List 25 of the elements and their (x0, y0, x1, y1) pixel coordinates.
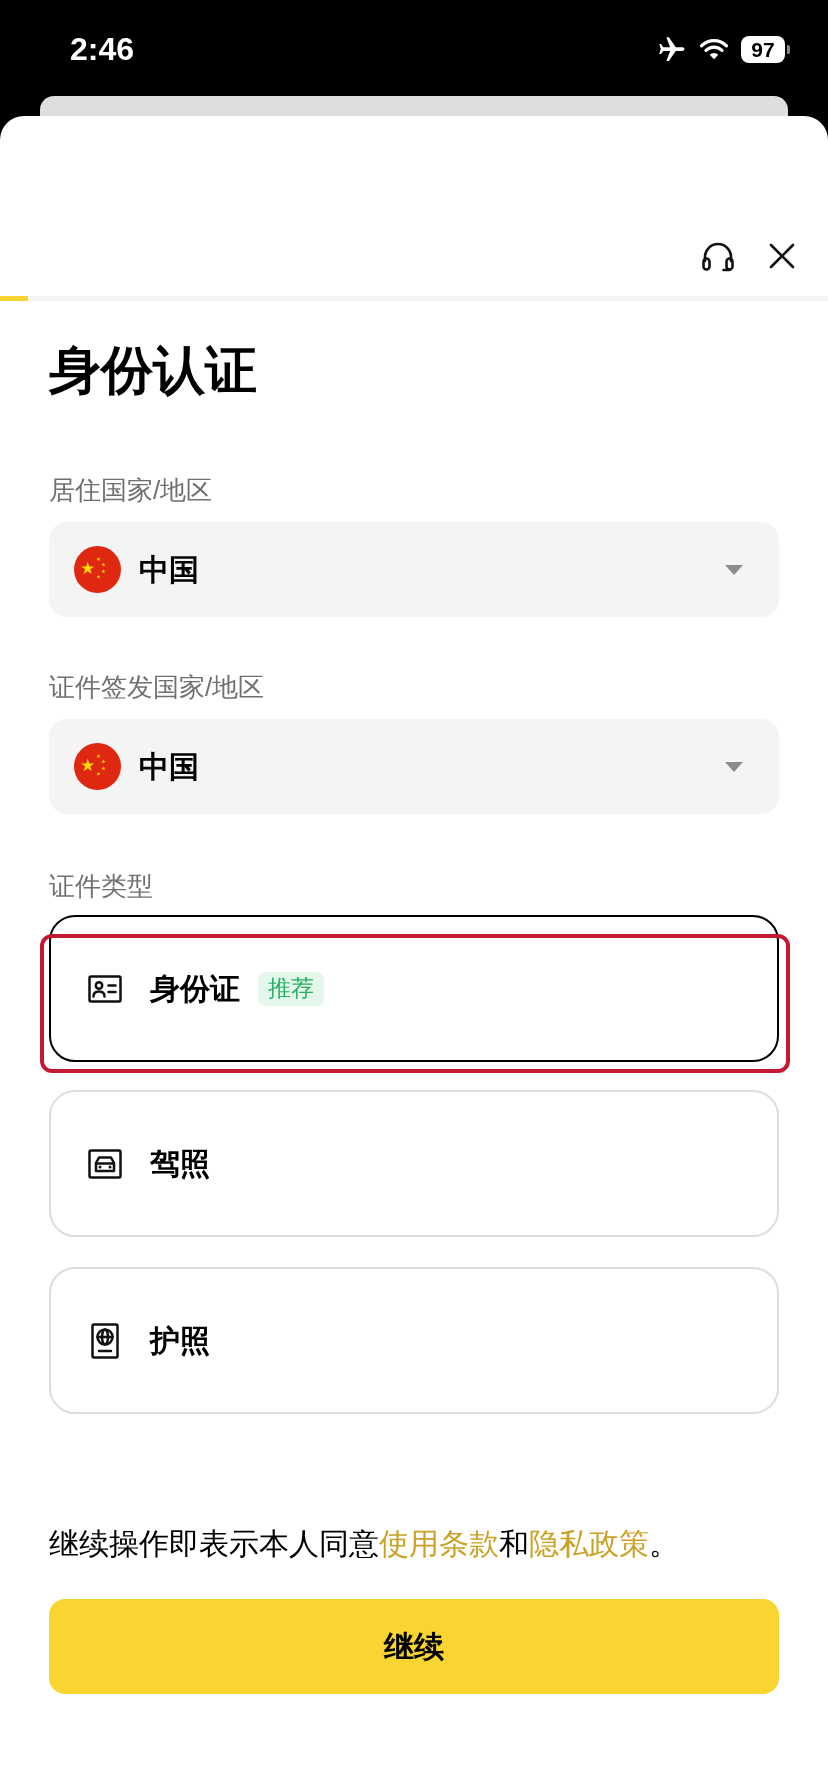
airplane-icon (657, 34, 687, 64)
country-select[interactable]: 中国 (49, 522, 779, 617)
country-select[interactable]: 中国 (49, 719, 779, 814)
headset-icon[interactable] (700, 240, 736, 272)
continue-button[interactable]: 继续 (49, 1599, 779, 1694)
field-label: 证件类型 (49, 870, 154, 902)
terms-text: 继续操作即表示本人同意使用条款和隐私政策。 (49, 1526, 680, 1562)
field-label: 证件签发国家/地区 (49, 671, 266, 703)
recommended-badge: 推荐 (258, 971, 324, 1006)
status-time: 2:46 (70, 30, 135, 68)
china-flag-icon (74, 546, 121, 593)
id-type-option[interactable]: 护照 (49, 1267, 779, 1414)
field-label: 居住国家/地区 (49, 474, 214, 506)
china-flag-icon (74, 743, 121, 790)
id-card-icon (88, 974, 122, 1003)
id-type-option[interactable]: 驾照 (49, 1090, 779, 1237)
id-type-option[interactable]: 身份证 推荐 (49, 915, 779, 1062)
wifi-icon (699, 37, 729, 61)
close-icon[interactable] (769, 243, 795, 269)
car-card-icon (88, 1148, 122, 1179)
battery-indicator: 97 (741, 35, 790, 63)
page-title: 身份认证 (49, 340, 258, 401)
dropdown-caret-icon (725, 564, 743, 575)
dropdown-caret-icon (725, 761, 743, 772)
passport-icon (91, 1322, 119, 1359)
